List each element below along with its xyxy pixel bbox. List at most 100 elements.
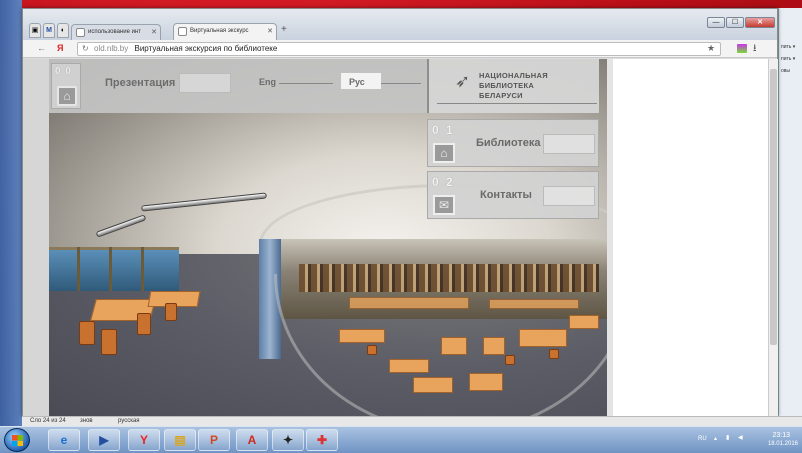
chair bbox=[367, 345, 377, 355]
page-blank-area bbox=[613, 59, 768, 417]
volume-icon[interactable]: ◀ bbox=[738, 434, 743, 441]
tab-pinned[interactable]: ▣ bbox=[29, 23, 41, 38]
logo-line: БИБЛИОТЕКА bbox=[479, 81, 535, 90]
reading-desk bbox=[389, 359, 429, 373]
contacts-tile[interactable]: 0 2 ✉ Контакты bbox=[427, 171, 599, 219]
taskbar-item-ie[interactable]: e bbox=[48, 429, 80, 451]
library-logo[interactable]: ➶ НАЦИОНАЛЬНАЯ БИБЛИОТЕКА БЕЛАРУСИ bbox=[427, 59, 599, 113]
media-player-icon: ▶ bbox=[99, 433, 109, 447]
lang-rus-button[interactable]: Рус bbox=[349, 77, 365, 87]
library-tile[interactable]: 0 1 ⌂ Библиотека bbox=[427, 119, 599, 167]
game-icon: ✦ bbox=[282, 433, 294, 447]
download-icon[interactable]: ⭳ bbox=[753, 41, 757, 58]
logo-line: НАЦИОНАЛЬНАЯ bbox=[479, 71, 548, 80]
tab-chrome[interactable]: ◐ bbox=[57, 23, 69, 38]
lang-eng-button[interactable]: Eng bbox=[259, 77, 276, 87]
windows-flag-icon bbox=[12, 435, 23, 446]
taskbar-item-game[interactable]: ✦ bbox=[272, 429, 304, 451]
page-scrollbar[interactable] bbox=[768, 59, 778, 417]
contacts-label: Контакты bbox=[480, 189, 532, 201]
library-label: Библиотека bbox=[476, 137, 541, 149]
mail-icon: M bbox=[46, 27, 52, 34]
tab-mail[interactable]: M bbox=[43, 23, 55, 38]
tab-label: Виртуальная экскурс bbox=[190, 28, 249, 34]
bookmark-star-icon[interactable]: ★ bbox=[707, 43, 715, 54]
arrow-up-icon[interactable]: ▴ bbox=[714, 435, 717, 442]
clock-time[interactable]: 23:13 bbox=[772, 432, 790, 439]
home-tile[interactable]: 0 0 ⌂ bbox=[51, 63, 81, 109]
tab-info[interactable]: использование инт ✕ bbox=[71, 24, 161, 40]
clock-date[interactable]: 18.01.2016 bbox=[768, 441, 798, 447]
pin-icon: ▣ bbox=[31, 27, 39, 34]
reload-icon[interactable]: ↻ bbox=[82, 43, 89, 55]
mail-icon: ✉ bbox=[433, 195, 455, 215]
home-icon: ⌂ bbox=[433, 143, 455, 163]
reading-desk bbox=[469, 373, 503, 391]
window-mullion bbox=[109, 247, 112, 291]
system-tray: RU ▴ ▮ ◀ 23:13 18.01.2016 bbox=[684, 430, 802, 452]
status-page-count: Сло 24 из 24 bbox=[30, 418, 66, 424]
taskbar-item-pdf[interactable]: A bbox=[236, 429, 268, 451]
reading-desk bbox=[413, 377, 453, 393]
logo-line: БЕЛАРУСИ bbox=[479, 91, 523, 100]
window-mullion bbox=[77, 247, 80, 291]
reading-desk bbox=[441, 337, 467, 355]
taskbar-item-puzzle[interactable]: ✚ bbox=[306, 429, 338, 451]
taskbar-item-folder[interactable]: ▤ bbox=[164, 429, 196, 451]
chair bbox=[505, 355, 515, 365]
reading-desk bbox=[349, 297, 469, 309]
tab-virtual-tour[interactable]: Виртуальная экскурс ✕ bbox=[173, 23, 277, 40]
window-mullion bbox=[141, 247, 144, 291]
page-icon bbox=[178, 27, 187, 36]
presentation-icon: P bbox=[209, 433, 218, 447]
maximize-button[interactable]: ☐ bbox=[726, 17, 744, 28]
reading-desk bbox=[483, 337, 505, 355]
desktop-wallpaper-edge bbox=[0, 0, 22, 430]
panorama-windows bbox=[49, 247, 179, 291]
chair bbox=[549, 349, 559, 359]
taskbar-item-presentation[interactable]: P bbox=[198, 429, 230, 451]
network-icon[interactable]: ▮ bbox=[726, 434, 729, 441]
logo-underline bbox=[437, 103, 597, 104]
chair bbox=[165, 303, 177, 321]
background-row: пить ▾ bbox=[781, 56, 796, 62]
minimize-button[interactable]: — bbox=[707, 17, 725, 28]
background-window[interactable]: пить ▾ пить ▾ овы bbox=[778, 8, 802, 426]
desktop: пить ▾ пить ▾ овы ▣ M ◐ использование ин… bbox=[0, 0, 802, 453]
keyboard-language[interactable]: RU bbox=[698, 436, 707, 442]
tile-placeholder bbox=[543, 134, 595, 154]
back-button[interactable]: ← bbox=[37, 43, 46, 53]
reading-desk bbox=[489, 299, 579, 309]
internet-explorer-icon: e bbox=[60, 433, 68, 447]
tile-number: 0 2 bbox=[432, 175, 455, 189]
folder-icon: ▤ bbox=[174, 433, 186, 447]
tile-number: 0 1 bbox=[432, 123, 455, 137]
taskbar-item-yandex[interactable]: Y bbox=[128, 429, 160, 451]
yandex-icon[interactable]: Я bbox=[57, 43, 63, 53]
chair bbox=[79, 321, 95, 345]
close-icon[interactable]: ✕ bbox=[267, 27, 273, 35]
page-viewport: 0 0 ⌂ Презентация Eng Рус ➶ НАЦИОНАЛЬНАЯ… bbox=[23, 59, 768, 417]
tab-label: использование инт bbox=[88, 29, 141, 35]
url-title: Виртуальная экскурсия по библиотеке bbox=[134, 44, 278, 53]
close-window-button[interactable]: ✕ bbox=[745, 17, 775, 28]
presentation-placeholder bbox=[179, 73, 231, 93]
address-bar[interactable]: ↻ old.nlb.by Виртуальная экскурсия по би… bbox=[77, 42, 721, 56]
browser-toolbar: ← Я ↻ old.nlb.by Виртуальная экскурсия п… bbox=[23, 40, 777, 58]
tile-number: 0 0 bbox=[55, 66, 72, 77]
new-tab-button[interactable]: + bbox=[281, 24, 287, 35]
start-button[interactable] bbox=[4, 428, 30, 452]
tab-strip: ▣ M ◐ использование инт ✕ Виртуальная эк… bbox=[23, 9, 777, 40]
close-icon[interactable]: ✕ bbox=[151, 28, 157, 36]
background-statusbar: Сло 24 из 24 знов русская bbox=[22, 416, 802, 426]
scrollbar-thumb[interactable] bbox=[770, 69, 777, 345]
presentation-button[interactable]: Презентация bbox=[105, 77, 175, 89]
reading-desk bbox=[519, 329, 567, 347]
pdf-icon: A bbox=[247, 433, 257, 447]
lang-eng-underline bbox=[279, 83, 333, 84]
chair bbox=[101, 329, 117, 355]
taskbar-item-media[interactable]: ▶ bbox=[88, 429, 120, 451]
reading-desk bbox=[339, 329, 385, 343]
extension-icon[interactable] bbox=[737, 44, 747, 53]
url-domain: old.nlb.by bbox=[94, 44, 129, 53]
